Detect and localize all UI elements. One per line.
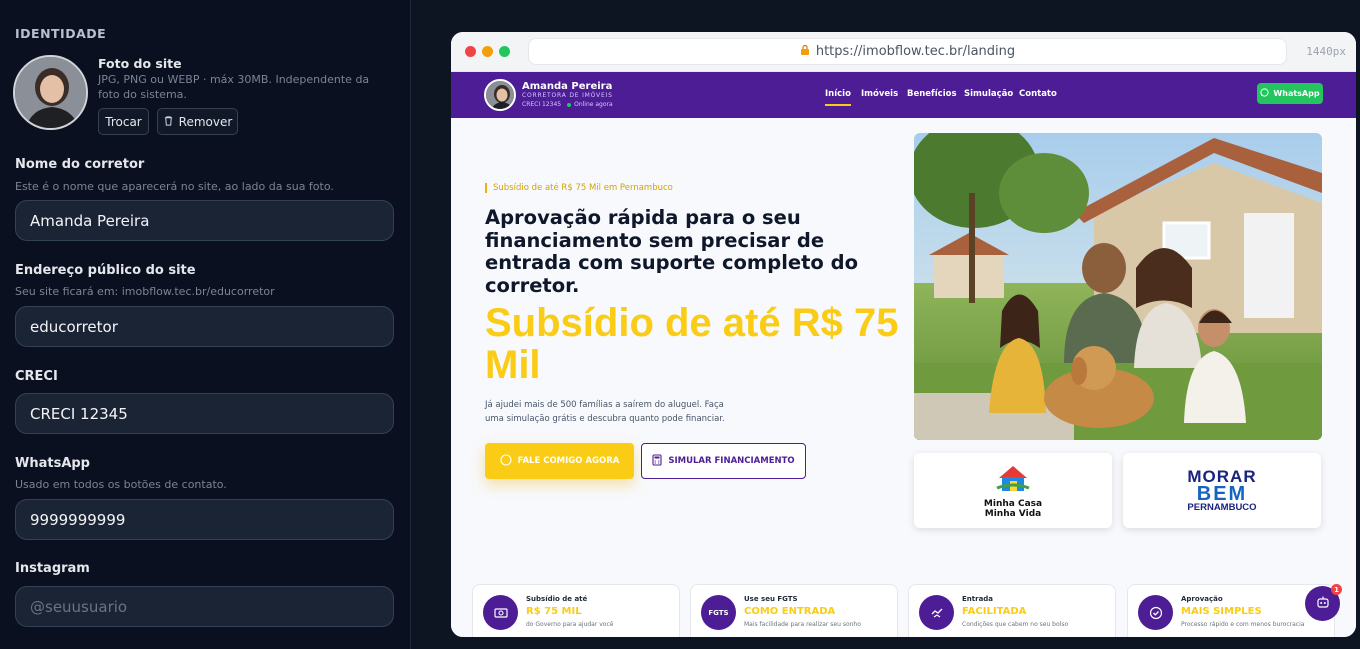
nav-imoveis[interactable]: Imóveis — [861, 89, 898, 99]
chat-bot-button[interactable]: 1 — [1305, 584, 1342, 621]
creci-input[interactable]: CRECI 12345 — [15, 393, 394, 434]
photo-hint: JPG, PNG ou WEBP · máx 30MB. Independent… — [98, 73, 370, 101]
contact-now-label: FALE COMIGO AGORA — [517, 456, 620, 466]
minha-casa-minha-vida-logo: Minha Casa Minha Vida — [914, 453, 1112, 528]
address-input[interactable]: educorretor — [15, 306, 394, 347]
instagram-input[interactable]: @seuusuario — [15, 586, 394, 627]
robot-icon — [1316, 595, 1330, 613]
online-status: Online agora — [574, 101, 613, 108]
stat-label: Aprovação — [1181, 595, 1223, 603]
creci-label: CRECI — [15, 369, 58, 384]
broker-creci: CRECI 12345 Online agora — [522, 101, 613, 108]
change-photo-label: Trocar — [105, 114, 142, 129]
whatsapp-label: WhatsApp — [15, 456, 90, 471]
viewport-width-label: 1440px — [1306, 45, 1346, 58]
section-title: IDENTIDADE — [15, 26, 107, 41]
fgts-icon: FGTS — [701, 595, 736, 630]
hero-eyebrow: Subsídio de até R$ 75 Mil em Pernambuco — [485, 183, 673, 193]
nav-beneficios[interactable]: Benefícios — [907, 89, 957, 99]
whatsapp-button[interactable]: WhatsApp — [1257, 83, 1323, 104]
hero-highlight: Subsídio de até R$ 75 Mil — [485, 301, 899, 387]
address-hint: Seu site ficará em: imobflow.tec.br/educ… — [15, 285, 275, 298]
stat-card-aprovacao: Aprovação MAIS SIMPLES Processo rápido e… — [1127, 584, 1335, 637]
hero-family-photo — [914, 133, 1322, 440]
change-photo-button[interactable]: Trocar — [98, 108, 149, 135]
stat-card-subsidy: Subsídio de até R$ 75 MIL do Governo par… — [472, 584, 680, 637]
stat-value: R$ 75 MIL — [526, 606, 582, 617]
hero-title: Aprovação rápida para o seu financiament… — [485, 206, 858, 297]
broker-avatar — [484, 79, 516, 111]
url-text: https://imobflow.tec.br/landing — [815, 44, 1016, 59]
stat-caption: Condições que cabem no seu bolso — [962, 621, 1069, 628]
whatsapp-hint: Usado em todos os botões de contato. — [15, 478, 227, 491]
identity-panel: IDENTIDADE Foto do site JPG, PNG ou WEBP… — [0, 0, 411, 649]
morar-line2: BEM — [1196, 482, 1248, 505]
address-bar[interactable]: https://imobflow.tec.br/landing — [528, 38, 1287, 65]
whatsapp-input[interactable]: 9999999999 — [15, 499, 394, 540]
handshake-icon — [919, 595, 954, 630]
name-hint: Este é o nome que aparecerá no site, ao … — [15, 180, 334, 193]
broker-creci-text: CRECI 12345 — [522, 101, 562, 108]
contact-now-button[interactable]: FALE COMIGO AGORA — [485, 443, 634, 479]
maximize-dot-icon — [499, 46, 510, 57]
instagram-label: Instagram — [15, 561, 90, 576]
broker-name: Amanda Pereira — [522, 81, 613, 92]
trash-icon — [163, 115, 174, 129]
nav-contato[interactable]: Contato — [1019, 89, 1057, 99]
address-label: Endereço público do site — [15, 263, 196, 278]
hero-description: Já ajudei mais de 500 famílias a saírem … — [485, 400, 725, 424]
check-circle-icon — [1138, 595, 1173, 630]
site-header: Amanda Pereira CORRETORA DE IMÓVEIS CREC… — [451, 72, 1356, 118]
stat-label: Entrada — [962, 595, 994, 603]
browser-toolbar: https://imobflow.tec.br/landing 1440px — [451, 32, 1356, 72]
mcmv-line2: Minha Vida — [984, 509, 1042, 519]
broker-subtitle: CORRETORA DE IMÓVEIS — [522, 92, 613, 99]
stat-label: Subsídio de até — [526, 595, 588, 603]
stat-value: COMO ENTRADA — [744, 606, 836, 617]
online-dot-icon — [567, 102, 572, 107]
chat-bubble-icon — [500, 453, 512, 469]
name-input[interactable]: Amanda Pereira — [15, 200, 394, 241]
photo-title: Foto do site — [98, 56, 182, 71]
morar-line3: PERNAMBUCO — [1187, 501, 1257, 513]
stat-card-entrada: Entrada FACILITADA Condições que cabem n… — [908, 584, 1116, 637]
site-preview-window: https://imobflow.tec.br/landing 1440px A… — [451, 32, 1356, 637]
stat-value: FACILITADA — [962, 606, 1027, 617]
landing-page: Amanda Pereira CORRETORA DE IMÓVEIS CREC… — [451, 72, 1356, 637]
name-label: Nome do corretor — [15, 157, 145, 172]
calculator-icon — [652, 453, 662, 469]
minimize-dot-icon — [482, 46, 493, 57]
stat-caption: Processo rápido e com menos burocracia — [1181, 621, 1305, 628]
money-icon — [483, 595, 518, 630]
simulate-button[interactable]: SIMULAR FINANCIAMENTO — [641, 443, 806, 479]
stat-caption: do Governo para ajudar você — [526, 621, 614, 628]
whatsapp-button-label: WhatsApp — [1273, 89, 1320, 98]
remove-photo-label: Remover — [178, 114, 233, 129]
nav-inicio[interactable]: Início — [825, 89, 851, 106]
stat-caption: Mais facilidade para realizar seu sonho — [744, 621, 861, 628]
mcmv-line1: Minha Casa — [983, 499, 1043, 509]
notification-badge: 1 — [1331, 584, 1342, 595]
simulate-label: SIMULAR FINANCIAMENTO — [668, 456, 795, 466]
house-logo-icon — [993, 462, 1033, 497]
lock-icon — [800, 44, 810, 59]
morar-bem-pernambuco-logo: MORAR BEM PERNAMBUCO — [1123, 453, 1321, 528]
stat-card-fgts: FGTS Use seu FGTS COMO ENTRADA Mais faci… — [690, 584, 898, 637]
close-dot-icon — [465, 46, 476, 57]
site-photo-avatar[interactable] — [13, 55, 88, 130]
stat-value: MAIS SIMPLES — [1181, 606, 1262, 617]
nav-simulacao[interactable]: Simulação — [964, 89, 1013, 99]
remove-photo-button[interactable]: Remover — [157, 108, 238, 135]
whatsapp-icon — [1260, 88, 1270, 99]
stat-label: Use seu FGTS — [744, 595, 798, 603]
